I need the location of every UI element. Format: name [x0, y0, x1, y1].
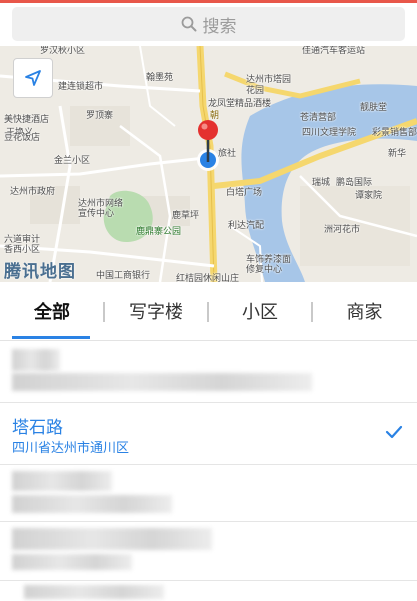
map-label: 鹿鼎寨公园: [136, 227, 182, 237]
tab-office[interactable]: 写字楼: [104, 282, 208, 340]
blurred-text: [12, 349, 60, 371]
list-item[interactable]: [0, 522, 417, 581]
list-item-selected[interactable]: 塔石路 四川省达州市通川区: [0, 403, 417, 465]
map-label: 达州市政府: [10, 187, 56, 197]
map-label: 中国工商银行: [96, 271, 151, 281]
blurred-text: [12, 373, 312, 391]
map-label: 香西小区: [4, 245, 41, 255]
map-view[interactable]: 罗汉秋小区 佳通汽车客运站 建连锁超市 翰墨苑 达州市塔园 花园 龙凤堂精品酒楼…: [0, 46, 417, 282]
map-label: 洲河花市: [324, 225, 361, 235]
search-icon: [181, 16, 196, 32]
blurred-text: [12, 554, 132, 570]
map-label: 美快捷酒店: [4, 115, 50, 125]
map-label: 罗汉秋小区: [40, 46, 86, 56]
map-label: 四川文理学院: [302, 128, 357, 138]
map-label: 修复中心: [246, 265, 283, 275]
blurred-text: [24, 585, 164, 599]
category-tabs: 全部 写字楼 小区 商家: [0, 282, 417, 341]
map-label: 彩景销售部: [372, 128, 417, 138]
map-label: 靓肤堂: [360, 103, 388, 113]
search-placeholder: 搜索: [202, 16, 237, 37]
map-label: 宣传中心: [78, 209, 115, 219]
checkmark-icon: [385, 425, 403, 439]
map-label: 佳通汽车客运站: [302, 46, 366, 56]
map-label: 苍清营部: [300, 113, 337, 123]
tab-active-indicator: [12, 336, 90, 339]
map-label: 鹏岛国际: [336, 178, 373, 188]
map-label: 红桔园休闲山庄: [176, 274, 240, 282]
map-label: 瑞城: [312, 178, 331, 188]
map-label: 花园: [246, 86, 265, 96]
place-address: 四川省达州市通川区: [12, 441, 130, 456]
tencent-map-watermark: 腾讯地图: [4, 262, 76, 282]
map-label: 利达汽配: [228, 221, 265, 231]
list-item[interactable]: [0, 341, 417, 403]
blurred-text: [12, 495, 172, 513]
map-label: 罗顶寨: [86, 111, 114, 121]
tab-residential[interactable]: 小区: [208, 282, 312, 340]
map-label: 鹿草坪: [172, 211, 200, 221]
blurred-text: [12, 528, 212, 550]
blurred-text: [12, 471, 112, 491]
map-label: 豆花饭店: [4, 133, 41, 143]
list-item[interactable]: [0, 581, 417, 601]
map-label: 白塔广场: [226, 188, 263, 198]
map-label: 翰墨苑: [146, 73, 174, 83]
navigation-arrow-icon: [25, 70, 41, 86]
map-label: 谭家院: [355, 191, 383, 201]
tab-all[interactable]: 全部: [0, 282, 104, 340]
status-accent-bar: [0, 0, 417, 3]
map-label: 建连锁超市: [58, 82, 104, 92]
search-input[interactable]: 搜索: [12, 7, 405, 41]
list-item[interactable]: [0, 465, 417, 522]
location-pin-icon: [197, 120, 219, 171]
map-label: 新华: [388, 149, 407, 159]
locate-me-button[interactable]: [13, 58, 53, 98]
top-bar: 搜索: [0, 0, 417, 46]
place-name: 塔石路: [12, 418, 63, 438]
map-label: 金兰小区: [54, 156, 91, 166]
tab-merchant[interactable]: 商家: [312, 282, 417, 340]
